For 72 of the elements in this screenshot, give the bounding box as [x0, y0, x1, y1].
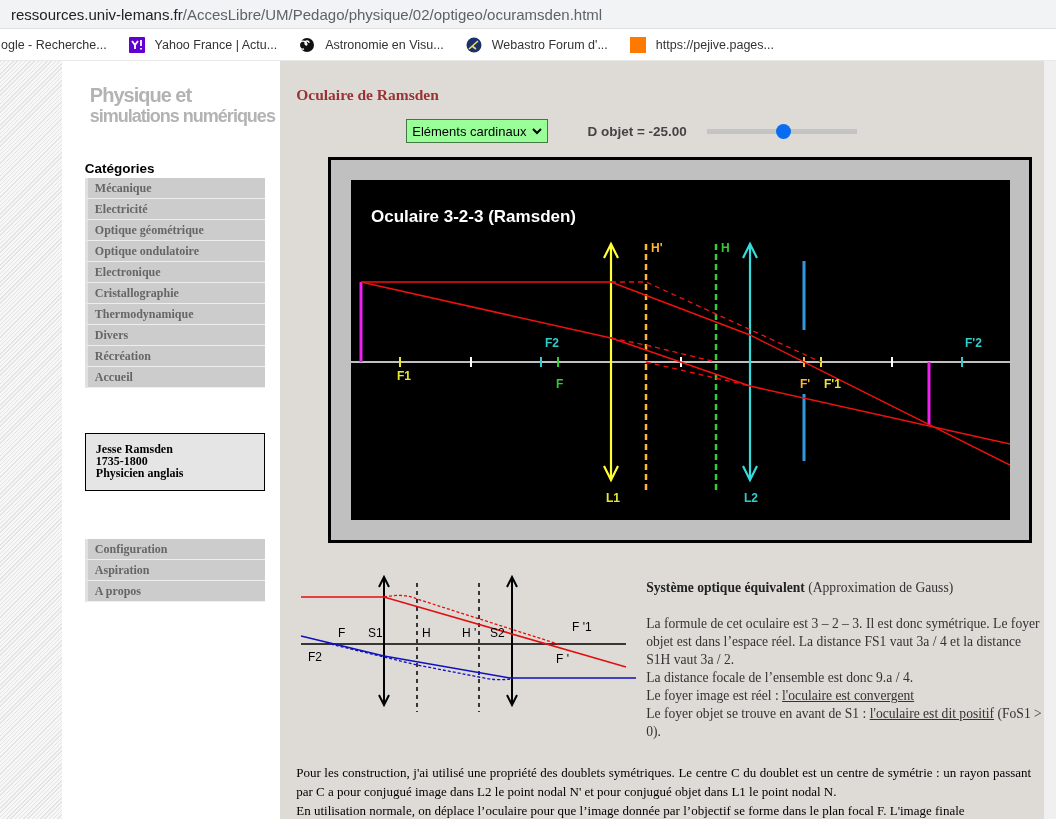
point-label: F2: [545, 336, 560, 350]
axis-tick: [891, 356, 894, 368]
bookmark[interactable]: Yahoo France | Actu...: [128, 36, 278, 53]
point-label: F'2: [965, 336, 983, 350]
globe-icon: [465, 36, 482, 53]
bookmark[interactable]: https://pejive.pages...: [629, 36, 774, 53]
point-label: F'1: [824, 377, 842, 391]
axis-tick: [820, 356, 823, 368]
body-paragraph: En utilisation normale, on déplace l’oculaire pour que l’image donnée par l’objectif se forme dans le plan focal F. L'image finale: [296, 802, 966, 819]
bookmark[interactable]: ogle - Recherche...: [1, 37, 107, 52]
point-label: H: [721, 241, 730, 255]
simulation-title: Oculaire 3-2-3 (Ramsden): [371, 207, 577, 226]
axis-tick: [540, 356, 543, 368]
axis-tick: [557, 356, 560, 368]
menu-item[interactable]: Mécanique: [84, 178, 265, 199]
page-title: Oculaire de Ramsden: [296, 86, 440, 104]
info-text: 1735-1800: [95, 455, 149, 467]
section-heading: Système optique équivalent (Approximation de Gauss): [646, 579, 955, 597]
menu-item[interactable]: Optique géométrique: [84, 220, 265, 241]
description-text: La formule de cet oculaire est 3 – 2 – 3. Il est donc symétrique. Le foyer objet est dans l’espace réel. La distance FS1 vaut 3a / 4 et la distance S1H vaut 3a / 2.: [646, 615, 1041, 669]
diagram-label: H ': [462, 626, 477, 640]
description-text: La distance focale de l’ensemble est donc 9.a / 4.: [646, 669, 915, 687]
menu-item[interactable]: Thermodynamique: [84, 304, 265, 325]
menu-item[interactable]: Récréation: [84, 346, 265, 367]
axis-tick: [470, 356, 473, 368]
diagram-label: F2: [308, 650, 323, 664]
slider-thumb[interactable]: [776, 123, 792, 139]
point-label: L2: [744, 491, 759, 505]
axis-tick: [680, 356, 683, 368]
point-label: H': [651, 241, 663, 255]
menu-item[interactable]: Aspiration: [84, 560, 265, 581]
diagram-label: S1: [368, 626, 383, 640]
menu-item[interactable]: Accueil: [84, 367, 265, 388]
point-label: F': [800, 377, 811, 391]
equivalent-lens-bar: [802, 261, 806, 330]
underlined-link[interactable]: l'oculaire est dit positif: [869, 706, 995, 721]
axis-tick: [399, 356, 402, 368]
site-icon: [629, 36, 646, 53]
menu-item[interactable]: Configuration: [84, 539, 265, 560]
spiral-icon: [299, 36, 316, 53]
description-text: Le foyer objet se trouve en avant de S1 : l'oculaire est dit positif (FoS1 > 0).: [646, 705, 1043, 741]
point-label: F: [556, 377, 564, 391]
axis-tick: [803, 356, 806, 368]
info-text: Physicien anglais: [95, 467, 185, 479]
site-logo-text: Physique et: [89, 85, 193, 105]
categories-heading: Catégories: [84, 161, 156, 176]
bookmark[interactable]: Astronomie en Visu...: [299, 36, 444, 53]
chevron-down-icon: [532, 127, 543, 135]
description-text: Le foyer image est réel : l'oculaire est convergent: [646, 687, 916, 705]
diagram-label: F '1: [572, 620, 592, 634]
axis-tick: [961, 356, 964, 368]
yahoo-icon: [128, 36, 145, 53]
diagram-label: H: [422, 626, 431, 640]
view-select[interactable]: Eléments cardinaux: [406, 119, 549, 143]
diagram-label: F ': [556, 652, 570, 666]
distance-readout: D objet = -25.00: [587, 123, 687, 139]
menu-item[interactable]: Divers: [84, 325, 265, 346]
menu-item[interactable]: A propos: [84, 581, 265, 602]
menu-item[interactable]: Cristallographie: [84, 283, 265, 304]
menu-item[interactable]: Electronique: [84, 262, 265, 283]
body-paragraph: Pour les construction, j'ai utilisé une propriété des doublets symétriques. Le centre C du doublet est un centre de symétrie : un rayon passant par C a pour conjugué image dans L2 le point nodal N' et pour conjugué objet dans L1 le point nodal N.: [296, 764, 1032, 801]
point-label: L1: [606, 491, 621, 505]
menu-item[interactable]: Optique ondulatoire: [84, 241, 265, 262]
point-label: F1: [397, 369, 412, 383]
menu-item[interactable]: Electricité: [84, 199, 265, 220]
site-logo-text: simulations numériques: [89, 107, 277, 125]
underlined-link[interactable]: l'oculaire est convergent: [782, 688, 915, 703]
equivalent-lens-bar: [802, 394, 806, 461]
info-text: Jesse Ramsden: [95, 443, 174, 455]
diagram-label: S2: [490, 626, 505, 640]
diagram-label: F: [338, 626, 346, 640]
bookmark[interactable]: Webastro Forum d'...: [465, 36, 608, 53]
